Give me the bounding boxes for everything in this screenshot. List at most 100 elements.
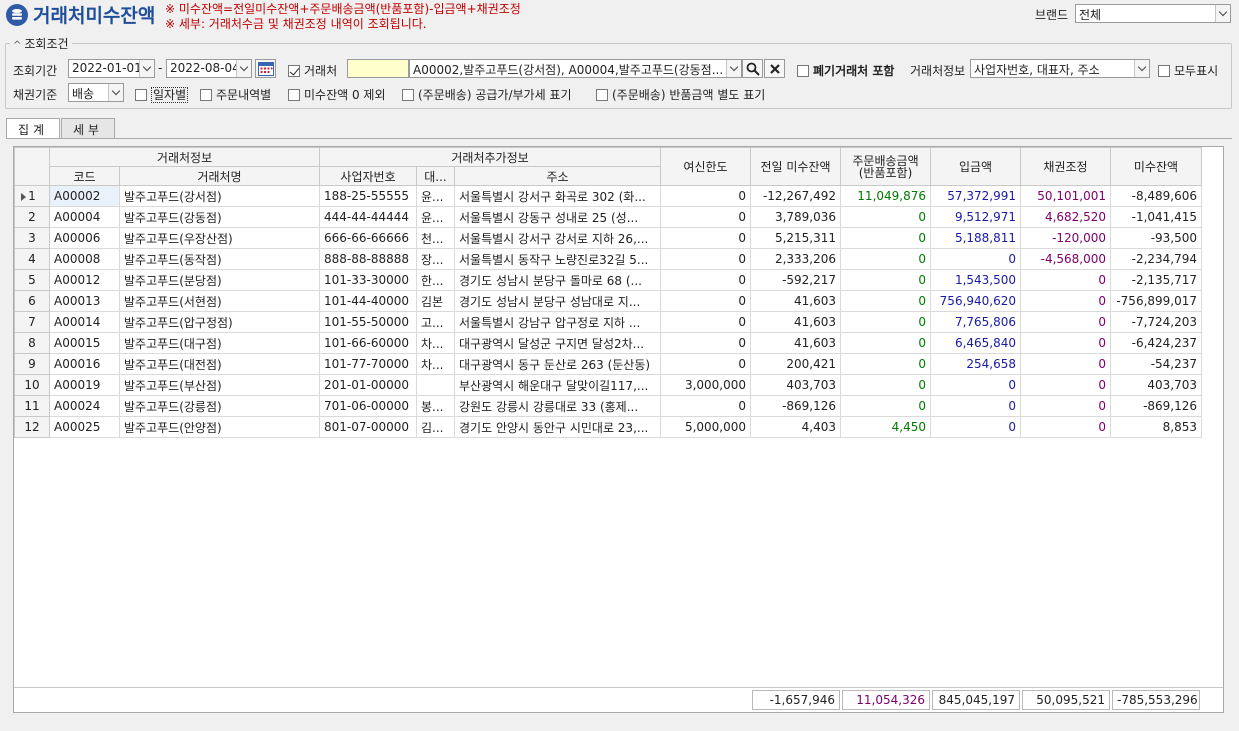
cell-balance[interactable]: -756,899,017	[1110, 290, 1203, 312]
cell-code[interactable]: A00008	[49, 248, 120, 270]
table-row[interactable]: 9 A00016 발주고푸드(대전점) 101-77-70000 차... 대구광역시 동…	[14, 353, 1203, 375]
tab-summary[interactable]: 집계	[6, 118, 60, 139]
cell-bizno[interactable]: 801-07-00000	[319, 416, 418, 438]
table-row[interactable]: 8 A00015 발주고푸드(대구점) 101-66-60000 차... 대구광역시 달…	[14, 332, 1203, 354]
cell-deposit[interactable]: 9,512,971	[930, 206, 1022, 228]
cell-rep[interactable]: 윤...	[416, 206, 456, 228]
cell-prev[interactable]: 5,215,311	[750, 227, 842, 249]
cell-name[interactable]: 발주고푸드(동작점)	[118, 248, 321, 270]
cell-adjust[interactable]: 0	[1020, 395, 1112, 417]
checkbox-unchecked-icon[interactable]	[200, 89, 212, 101]
cell-balance[interactable]: -8,489,606	[1110, 185, 1203, 207]
client-checkbox[interactable]: 거래처	[288, 62, 337, 79]
cell-no[interactable]: 5	[14, 269, 50, 291]
client-clear-button[interactable]	[764, 59, 785, 78]
cell-order[interactable]: 0	[840, 290, 932, 312]
client-code-input[interactable]	[347, 59, 409, 78]
credit-limit-header[interactable]: 여신한도	[660, 147, 752, 186]
search-conditions-toggle[interactable]: ^ 조회조건	[10, 35, 72, 52]
cell-address[interactable]: 서울특별시 강동구 성내로 25 (성...	[454, 206, 662, 228]
cell-balance[interactable]: -2,234,794	[1110, 248, 1203, 270]
cell-address[interactable]: 서울특별시 강서구 화곡로 302 (화...	[454, 185, 662, 207]
chevron-down-icon[interactable]	[1215, 5, 1230, 22]
cell-prev[interactable]: -592,217	[750, 269, 842, 291]
cell-order[interactable]: 0	[840, 395, 932, 417]
cell-name[interactable]: 발주고푸드(압구정점)	[118, 311, 321, 333]
cell-address[interactable]: 경기도 안양시 동안구 시민대로 23,...	[454, 416, 662, 438]
deposit-header[interactable]: 입금액	[930, 147, 1022, 186]
table-row[interactable]: 1 A00002 발주고푸드(강서점) 188-25-55555 윤... 서울특별시 강…	[14, 185, 1203, 207]
balance-header[interactable]: 미수잔액	[1110, 147, 1203, 186]
cell-no[interactable]: 10	[14, 374, 50, 396]
cell-balance[interactable]: 8,853	[1110, 416, 1203, 438]
cell-adjust[interactable]: 0	[1020, 416, 1112, 438]
cell-credit[interactable]: 5,000,000	[660, 416, 752, 438]
cell-prev[interactable]: -12,267,492	[750, 185, 842, 207]
balance-grid[interactable]: 거래처정보 거래처추가정보 여신한도 전일 미수잔액 주문배송금액 (반품포함) …	[13, 146, 1224, 713]
cell-prev[interactable]: -869,126	[750, 395, 842, 417]
cell-deposit[interactable]: 0	[930, 374, 1022, 396]
cell-order[interactable]: 0	[840, 332, 932, 354]
cell-order[interactable]: 0	[840, 311, 932, 333]
cell-credit[interactable]: 0	[660, 227, 752, 249]
cell-deposit[interactable]: 1,543,500	[930, 269, 1022, 291]
address-header[interactable]: 주소	[454, 166, 662, 186]
cell-prev[interactable]: 41,603	[750, 332, 842, 354]
cell-address[interactable]: 대구광역시 동구 둔산로 263 (둔산동)	[454, 353, 662, 375]
checkbox-unchecked-icon[interactable]	[288, 89, 300, 101]
checkbox-unchecked-icon[interactable]	[797, 65, 809, 77]
bizno-header[interactable]: 사업자번호	[319, 166, 418, 186]
cell-adjust[interactable]: 0	[1020, 269, 1112, 291]
cell-rep[interactable]: 천...	[416, 227, 456, 249]
cell-balance[interactable]: -54,237	[1110, 353, 1203, 375]
cell-balance[interactable]: 403,703	[1110, 374, 1203, 396]
chevron-down-icon[interactable]	[139, 60, 154, 77]
cell-adjust[interactable]: 0	[1020, 290, 1112, 312]
cell-name[interactable]: 발주고푸드(강릉점)	[118, 395, 321, 417]
cell-name[interactable]: 발주고푸드(부산점)	[118, 374, 321, 396]
cell-code[interactable]: A00002	[49, 185, 120, 207]
cell-adjust[interactable]: 0	[1020, 374, 1112, 396]
cell-no[interactable]: 7	[14, 311, 50, 333]
cell-balance[interactable]: -2,135,717	[1110, 269, 1203, 291]
cell-bizno[interactable]: 101-44-40000	[319, 290, 418, 312]
cell-rep[interactable]	[416, 374, 456, 396]
cell-adjust[interactable]: -4,568,000	[1020, 248, 1112, 270]
cell-rep[interactable]: 고...	[416, 311, 456, 333]
cell-name[interactable]: 발주고푸드(대구점)	[118, 332, 321, 354]
cell-deposit[interactable]: 756,940,620	[930, 290, 1022, 312]
cell-bizno[interactable]: 101-55-50000	[319, 311, 418, 333]
code-header[interactable]: 코드	[49, 166, 120, 186]
cell-bizno[interactable]: 101-33-30000	[319, 269, 418, 291]
cell-address[interactable]: 서울특별시 강남구 압구정로 지하 ...	[454, 311, 662, 333]
cell-code[interactable]: A00025	[49, 416, 120, 438]
cell-rep[interactable]: 차...	[416, 332, 456, 354]
cell-order[interactable]: 0	[840, 353, 932, 375]
cell-name[interactable]: 발주고푸드(강서점)	[118, 185, 321, 207]
cell-name[interactable]: 발주고푸드(우장산점)	[118, 227, 321, 249]
checkbox-unchecked-icon[interactable]	[402, 89, 414, 101]
cell-deposit[interactable]: 0	[930, 416, 1022, 438]
cell-prev[interactable]: 200,421	[750, 353, 842, 375]
cell-address[interactable]: 경기도 성남시 분당구 성남대로 지...	[454, 290, 662, 312]
cell-adjust[interactable]: 0	[1020, 332, 1112, 354]
chevron-up-icon[interactable]: ^	[13, 40, 21, 51]
chevron-down-icon[interactable]	[108, 84, 123, 101]
cell-name[interactable]: 발주고푸드(분당점)	[118, 269, 321, 291]
cell-balance[interactable]: -869,126	[1110, 395, 1203, 417]
cell-order[interactable]: 0	[840, 206, 932, 228]
cell-balance[interactable]: -1,041,415	[1110, 206, 1203, 228]
cell-prev[interactable]: 41,603	[750, 311, 842, 333]
representative-header[interactable]: 대...	[416, 166, 456, 186]
cell-adjust[interactable]: 0	[1020, 353, 1112, 375]
cell-credit[interactable]: 0	[660, 185, 752, 207]
cell-adjust[interactable]: 50,101,001	[1020, 185, 1112, 207]
client-search-button[interactable]	[742, 59, 763, 78]
client-info-select[interactable]: 사업자번호, 대표자, 주소	[970, 59, 1150, 78]
cell-adjust[interactable]: -120,000	[1020, 227, 1112, 249]
cell-credit[interactable]: 0	[660, 311, 752, 333]
cell-order[interactable]: 0	[840, 227, 932, 249]
cell-code[interactable]: A00015	[49, 332, 120, 354]
cell-deposit[interactable]: 0	[930, 395, 1022, 417]
cell-rep[interactable]: 김...	[416, 416, 456, 438]
